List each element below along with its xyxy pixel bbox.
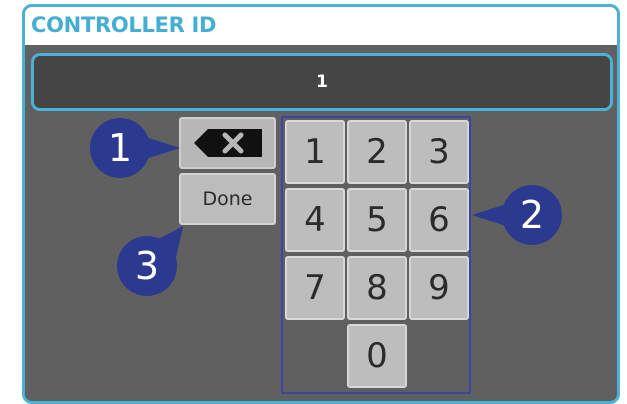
key-3[interactable]: 3 — [409, 120, 469, 184]
key-5[interactable]: 5 — [347, 188, 407, 252]
number-keypad: 1 2 3 4 5 6 7 8 9 0 — [281, 116, 471, 394]
key-6[interactable]: 6 — [409, 188, 469, 252]
key-2[interactable]: 2 — [347, 120, 407, 184]
callout-1: 1 — [90, 118, 150, 178]
key-1[interactable]: 1 — [285, 120, 345, 184]
key-4[interactable]: 4 — [285, 188, 345, 252]
key-9[interactable]: 9 — [409, 256, 469, 320]
controller-id-display: 1 — [31, 53, 613, 111]
title-bar: CONTROLLER ID — [25, 7, 617, 45]
key-0[interactable]: 0 — [347, 324, 407, 388]
callout-2: 2 — [502, 185, 562, 245]
callout-3: 3 — [117, 236, 177, 296]
key-7[interactable]: 7 — [285, 256, 345, 320]
callout-1-pointer — [146, 137, 180, 159]
done-button[interactable]: Done — [179, 173, 276, 225]
backspace-icon — [193, 129, 262, 157]
key-8[interactable]: 8 — [347, 256, 407, 320]
backspace-button[interactable] — [179, 117, 276, 169]
dialog-title: CONTROLLER ID — [31, 13, 217, 37]
callout-2-pointer — [472, 204, 506, 226]
